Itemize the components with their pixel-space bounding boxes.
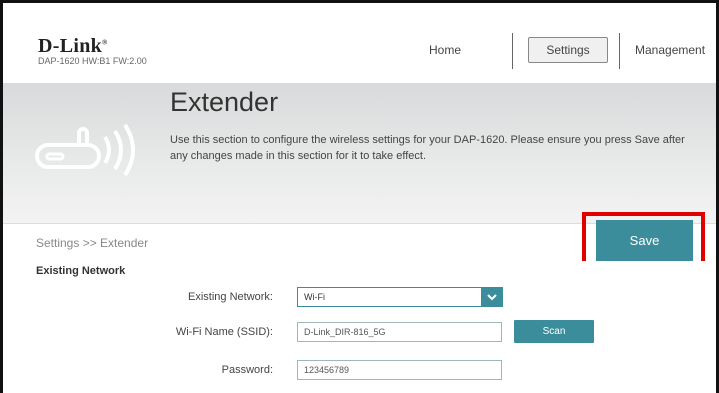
banner: Extender Use this section to configure t… <box>3 83 716 223</box>
brand-name: D-Link <box>38 35 103 57</box>
existing-network-label: Existing Network: <box>188 291 273 303</box>
breadcrumb: Settings >> Extender <box>36 236 149 250</box>
ssid-label: Wi-Fi Name (SSID): <box>175 326 273 338</box>
nav-home[interactable]: Home <box>429 43 461 57</box>
existing-network-form: Existing Network Existing Network: Wi-Fi… <box>3 261 716 393</box>
page-title: Extender <box>170 87 279 117</box>
registered-mark: ® <box>102 38 108 47</box>
nav-divider <box>619 33 620 69</box>
chevron-down-icon[interactable] <box>481 287 503 307</box>
existing-network-value: Wi-Fi <box>304 292 325 302</box>
page-description: Use this section to configure the wirele… <box>170 134 685 162</box>
ssid-input[interactable]: D-Link_DIR-816_5G <box>297 322 502 342</box>
password-label: Password: <box>221 364 273 376</box>
section-title: Existing Network <box>36 265 126 277</box>
nav-divider <box>512 33 513 69</box>
nav-management[interactable]: Management <box>635 43 705 57</box>
save-button[interactable]: Save <box>596 220 693 261</box>
nav-settings[interactable]: Settings <box>528 37 608 63</box>
header: D-Link® DAP-1620 HW:B1 FW:2.00 Home Sett… <box>3 3 716 83</box>
extender-icon <box>35 123 135 177</box>
model-info: DAP-1620 HW:B1 FW:2.00 <box>38 56 147 66</box>
existing-network-select[interactable]: Wi-Fi <box>297 287 503 307</box>
brand-logo: D-Link® DAP-1620 HW:B1 FW:2.00 <box>38 35 147 66</box>
password-input[interactable]: 123456789 <box>297 360 502 380</box>
scan-button[interactable]: Scan <box>514 320 594 343</box>
